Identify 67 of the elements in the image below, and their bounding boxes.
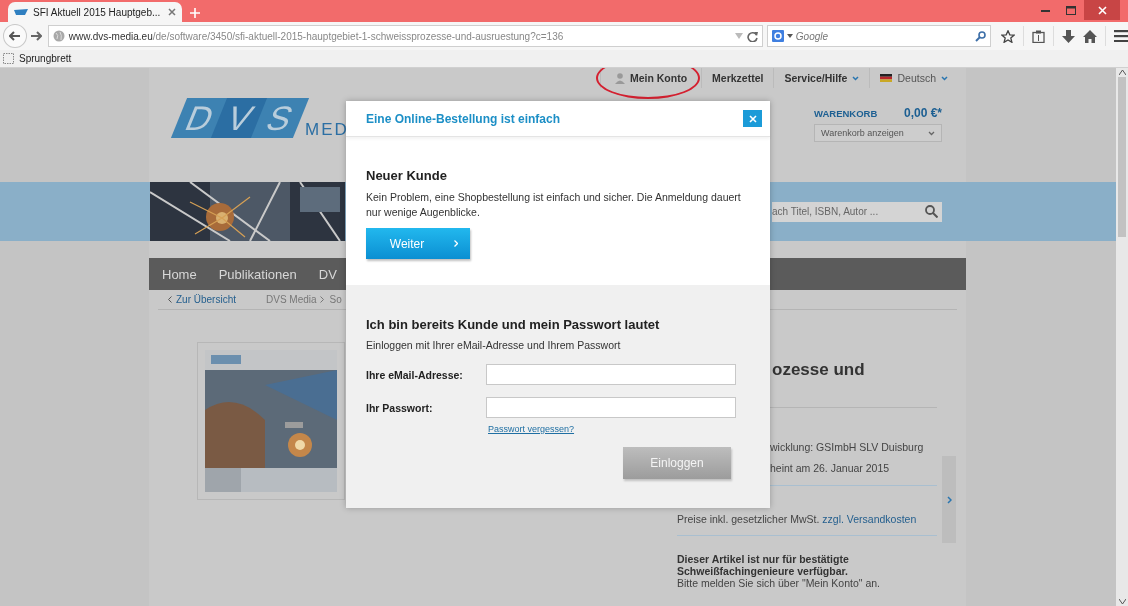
chevron-right-icon (946, 495, 952, 504)
nav-link[interactable]: Home (149, 266, 208, 282)
scroll-down-icon (1118, 599, 1126, 604)
breadcrumb-link[interactable]: So (323, 294, 342, 305)
menu-icon[interactable] (1114, 30, 1128, 42)
nav-link[interactable]: Publikationen (207, 266, 308, 282)
field-label: Ihr Passwort: (366, 401, 434, 414)
browser-tab[interactable]: SFI Aktuell 2015 Hauptgeb... (8, 2, 182, 22)
chevron-right-icon (454, 240, 459, 247)
chevron-left-icon (168, 296, 172, 303)
search-icon[interactable] (975, 30, 986, 42)
section-text: Kein Problem, eine Shopbestellung ist einfach und sicher. Die Anmeldung dauert nur wenige Augenblicke. (366, 190, 742, 220)
clipboard-icon[interactable] (1032, 29, 1045, 43)
forgot-password-link[interactable]: Passwort vergessen? (488, 424, 575, 434)
input-field[interactable] (486, 397, 736, 418)
section-text: Einloggen mit Ihrer eMail-Adresse und Ihrem Passwort (366, 338, 622, 353)
notice-heading: Dieser Artikel ist nur für bestätigte Schweißfachingenieure verfügbar. (677, 553, 849, 577)
input-field[interactable] (486, 364, 736, 385)
search-button[interactable] (920, 201, 942, 222)
maximize-icon[interactable] (1066, 5, 1076, 15)
dialog-title: Eine Online-Bestellung ist einfach (366, 111, 561, 126)
star-icon[interactable] (1001, 29, 1015, 43)
favicon-icon (14, 9, 28, 15)
field-label: Ihre eMail-Adresse: (366, 368, 464, 381)
close-button[interactable] (743, 110, 762, 127)
address-field[interactable]: www.dvs-media.eu/de/software/3450/sfi-aktuell-2015-hauptgebiet-1-schweissprozesse-und-ausruestung?c=136 (47, 25, 763, 47)
folder-icon (3, 53, 14, 64)
globe-icon (52, 30, 65, 42)
back-arrow-icon (9, 31, 21, 41)
minimize-icon[interactable] (1040, 8, 1050, 12)
chevron-down-icon (928, 130, 935, 136)
user-icon (614, 72, 625, 84)
shipping-link[interactable]: zzgl. Versandkosten (822, 513, 917, 525)
scrollbar-thumb[interactable] (1118, 77, 1126, 237)
section-heading: Neuer Kunde (366, 168, 448, 183)
scrollbar[interactable] (1116, 68, 1128, 606)
section-heading: Ich bin bereits Kunde und mein Passwort lautet (366, 317, 661, 332)
price-note: Preise inkl. gesetzlicher MwSt. (677, 513, 820, 525)
breadcrumb-link[interactable]: Zur Übersicht (158, 294, 260, 305)
flag-icon (880, 74, 893, 82)
search-field[interactable]: Google (766, 25, 991, 47)
nav-link[interactable]: DV (307, 266, 348, 282)
scroll-up-icon (1118, 70, 1126, 75)
cart-total: 0,00 €* (903, 106, 942, 120)
url-text: www.dvs-media.eu/de/software/3450/sfi-aktuell-2015-hauptgebiet-1-schweissprozesse-und-ausruestung?c=136 (68, 30, 565, 42)
new-tab-icon[interactable] (190, 8, 200, 18)
search-field[interactable]: ach Titel, ISBN, Autor ... (772, 201, 920, 222)
chevron-right-icon (319, 296, 324, 303)
continue-button[interactable]: Weiter (366, 228, 470, 259)
search-engine-icon (771, 30, 784, 42)
download-icon[interactable] (1062, 29, 1075, 43)
close-icon[interactable] (168, 8, 176, 16)
cart-label[interactable]: WARENKORB (814, 108, 878, 119)
notice-text: Bitte melden Sie sich über "Mein Konto" an. (677, 577, 881, 589)
search-icon (924, 205, 938, 218)
chevron-down-icon (852, 75, 860, 81)
chevron-down-icon (941, 75, 948, 81)
bookmark-link[interactable]: Sprungbrett (19, 53, 72, 64)
home-icon[interactable] (1083, 29, 1097, 43)
dropdown-icon[interactable] (786, 34, 793, 38)
back-button[interactable] (3, 24, 27, 48)
forward-arrow-icon[interactable] (30, 31, 42, 41)
reload-icon[interactable] (746, 30, 758, 42)
cart-dropdown[interactable]: Warenkorb anzeigen (814, 124, 942, 142)
close-icon (748, 114, 757, 123)
product-detail: wicklung: GSImbH SLV Duisburg (769, 441, 925, 454)
breadcrumb-link[interactable]: DVS Media (260, 294, 324, 305)
